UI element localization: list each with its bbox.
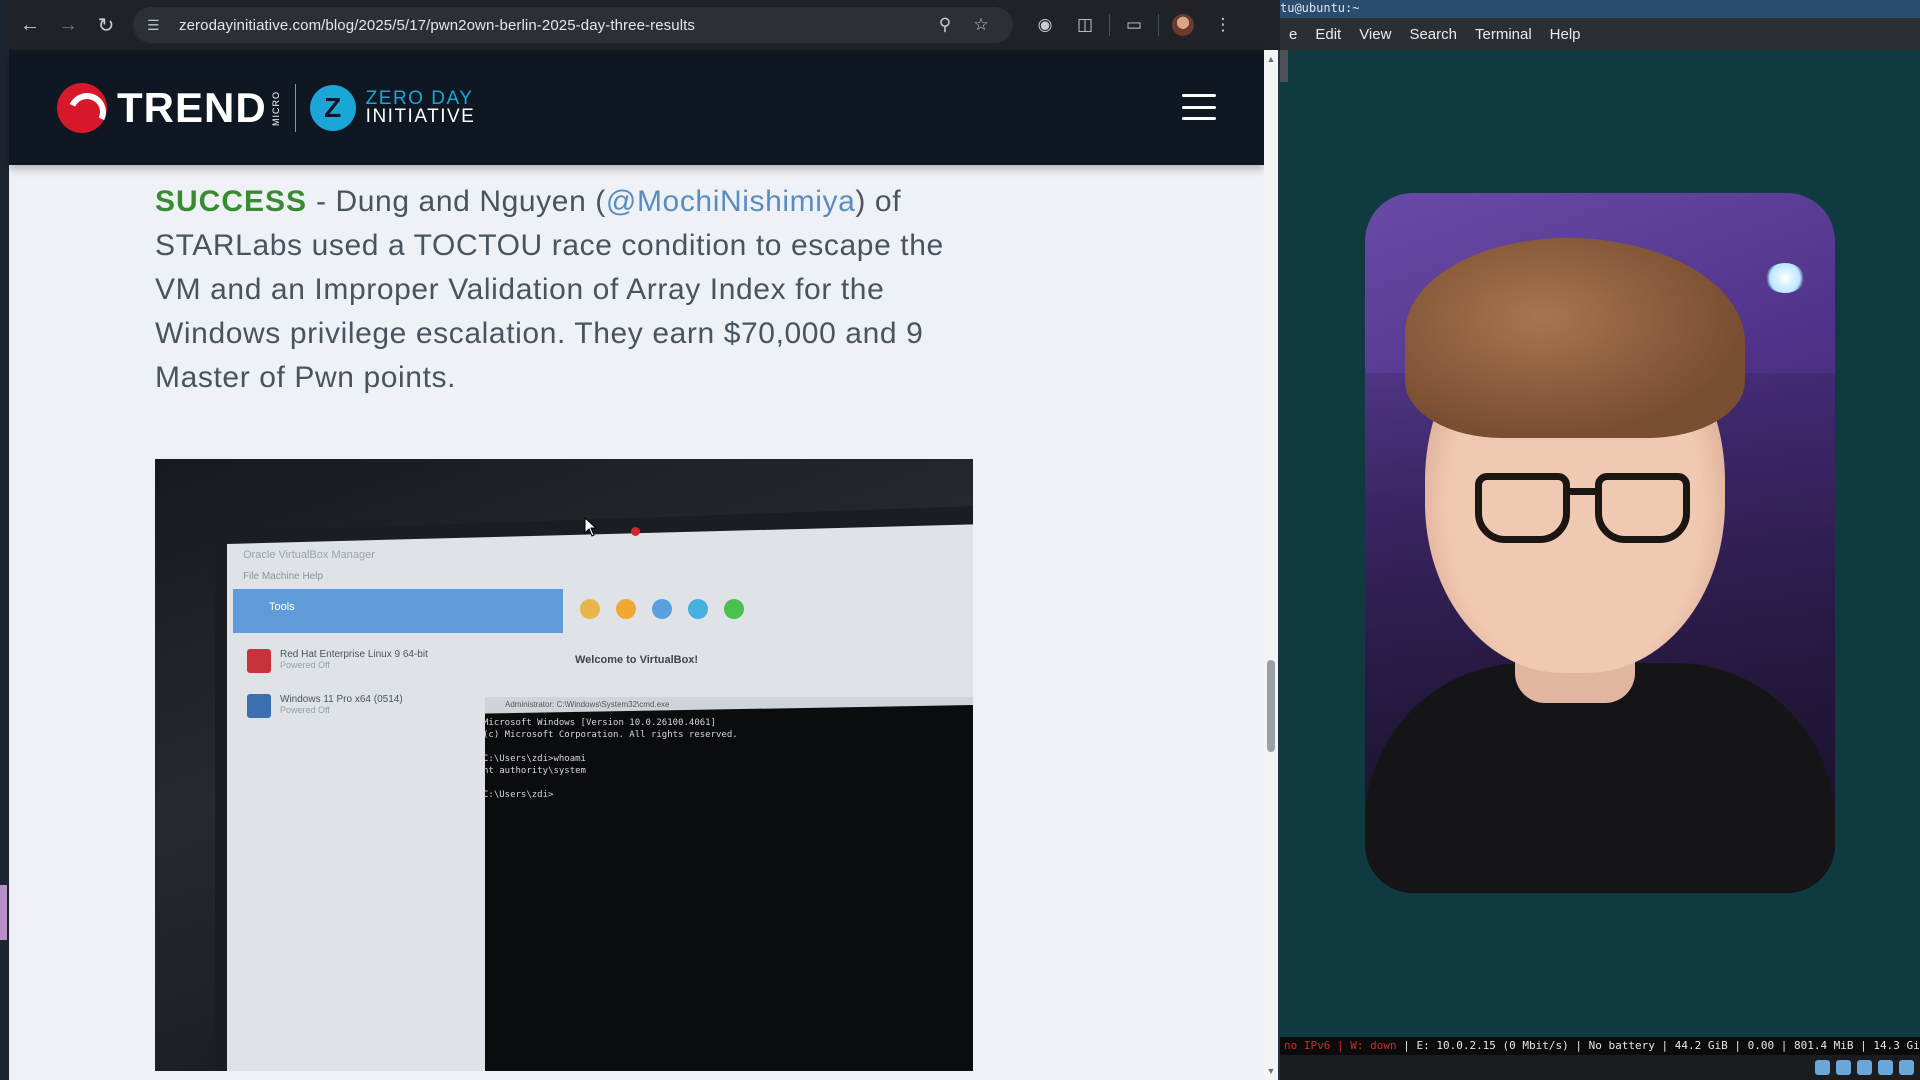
vm-item-redhat: Red Hat Enterprise Linux 9 64-bit Powered… bbox=[280, 649, 428, 670]
add-icon bbox=[724, 599, 744, 619]
new-icon bbox=[688, 599, 708, 619]
scroll-up-icon[interactable]: ▲ bbox=[1266, 54, 1276, 64]
scroll-thumb[interactable] bbox=[1267, 660, 1275, 752]
red-light bbox=[631, 527, 640, 536]
hamburger-menu-icon[interactable] bbox=[1182, 94, 1216, 120]
tray-icon-5[interactable] bbox=[1899, 1060, 1914, 1075]
tray-icon-4[interactable] bbox=[1878, 1060, 1893, 1075]
redhat-icon bbox=[247, 649, 271, 673]
brand-micro: MICRO bbox=[270, 90, 281, 126]
terminal-title: tu@ubuntu:~ bbox=[1280, 0, 1920, 18]
exploit-photo: Oracle VirtualBox Manager File Machine H… bbox=[155, 459, 973, 1071]
result-status: SUCCESS bbox=[155, 185, 308, 218]
vb-menu: File Machine Help bbox=[243, 571, 324, 582]
menu-file[interactable]: e bbox=[1280, 26, 1306, 43]
zdi-logo-icon: Z bbox=[309, 85, 356, 131]
terminal-scroll-thumb[interactable] bbox=[1280, 50, 1288, 82]
vb-toolbar bbox=[580, 599, 744, 619]
address-bar[interactable]: ☰ zerodayinitiative.com/blog/2025/5/17/p… bbox=[133, 7, 1013, 43]
tray-icon-1[interactable] bbox=[1815, 1060, 1830, 1075]
menu-edit[interactable]: Edit bbox=[1306, 26, 1350, 43]
site-logo[interactable]: TREND MICRO Z ZERO DAY INITIATIVE bbox=[57, 82, 475, 134]
twitter-handle-link[interactable]: @MochiNishimiya bbox=[606, 185, 856, 218]
status-system: | E: 10.0.2.15 (0 Mbit/s) | No battery |… bbox=[1396, 1039, 1920, 1052]
trend-logo-icon bbox=[57, 83, 107, 133]
reload-icon[interactable]: ↻ bbox=[89, 8, 123, 42]
menu-search[interactable]: Search bbox=[1400, 26, 1466, 43]
preferences-icon bbox=[580, 599, 600, 619]
article-paragraph: SUCCESS - Dung and Nguyen (@MochiNishimi… bbox=[155, 180, 975, 400]
profile-avatar[interactable] bbox=[1163, 8, 1203, 42]
extension-icon[interactable]: ◉ bbox=[1025, 8, 1065, 42]
cmd-output: Microsoft Windows [Version 10.0.26100.40… bbox=[483, 718, 738, 800]
zoom-icon[interactable]: ⚲ bbox=[927, 15, 963, 35]
page-scrollbar[interactable] bbox=[1264, 50, 1278, 1080]
export-icon bbox=[652, 599, 672, 619]
menu-terminal[interactable]: Terminal bbox=[1466, 26, 1541, 43]
import-icon bbox=[616, 599, 636, 619]
brand-name: TREND bbox=[117, 84, 267, 131]
tray-icon-3[interactable] bbox=[1857, 1060, 1872, 1075]
more-menu-icon[interactable]: ⋮ bbox=[1203, 8, 1243, 42]
zdi-line-2: INITIATIVE bbox=[365, 106, 476, 127]
forward-icon[interactable]: → bbox=[51, 8, 85, 42]
menu-view[interactable]: View bbox=[1350, 26, 1400, 43]
system-tray bbox=[1280, 1055, 1920, 1080]
back-icon[interactable]: ← bbox=[13, 8, 47, 42]
puzzle-extensions-icon[interactable]: ◫ bbox=[1065, 8, 1105, 42]
site-info-icon[interactable]: ☰ bbox=[147, 17, 169, 34]
vb-tools-row: Tools bbox=[233, 589, 563, 633]
i3-status-bar: no IPv6 | W: down | E: 10.0.2.15 (0 Mbit… bbox=[1280, 1037, 1920, 1055]
url-text[interactable]: zerodayinitiative.com/blog/2025/5/17/pwn… bbox=[179, 17, 927, 34]
article-text-a: - Dung and Nguyen ( bbox=[307, 185, 606, 218]
vb-welcome: Welcome to VirtualBox! bbox=[575, 654, 699, 666]
terminal-menu: e Edit View Search Terminal Help bbox=[1280, 18, 1920, 50]
webcam-overlay bbox=[1365, 193, 1835, 893]
browser-window: ← → ↻ ☰ zerodayinitiative.com/blog/2025/… bbox=[0, 0, 1280, 1080]
split-view-icon[interactable]: ▭ bbox=[1114, 8, 1154, 42]
menu-help[interactable]: Help bbox=[1541, 26, 1590, 43]
site-header: TREND MICRO Z ZERO DAY INITIATIVE bbox=[9, 50, 1264, 165]
browser-toolbar: ← → ↻ ☰ zerodayinitiative.com/blog/2025/… bbox=[9, 0, 1280, 50]
windows-vm-icon bbox=[247, 694, 271, 718]
bookmark-star-icon[interactable]: ☆ bbox=[963, 15, 999, 35]
status-network-down: no IPv6 | W: down bbox=[1284, 1039, 1397, 1052]
tray-icon-2[interactable] bbox=[1836, 1060, 1851, 1075]
scroll-down-icon[interactable]: ▼ bbox=[1266, 1066, 1276, 1076]
mouse-cursor-icon bbox=[584, 517, 598, 537]
left-dock-strip bbox=[0, 0, 9, 1080]
vb-window-title: Oracle VirtualBox Manager bbox=[243, 549, 375, 561]
